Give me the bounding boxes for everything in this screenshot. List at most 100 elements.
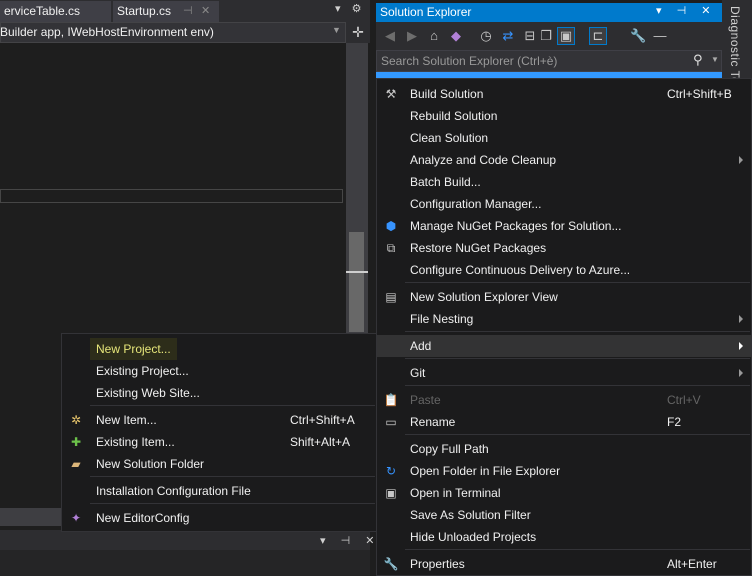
menu-item-configuration-manager[interactable]: Configuration Manager...: [377, 193, 751, 215]
chevron-down-icon[interactable]: ▼: [332, 25, 341, 35]
menu-separator: [90, 405, 375, 406]
submenu-item-new-editorconfig[interactable]: ✦ New EditorConfig: [62, 507, 376, 529]
menu-separator: [405, 331, 750, 332]
menu-separator: [405, 358, 750, 359]
menu-item-label: Manage NuGet Packages for Solution...: [410, 219, 622, 233]
menu-item-label: New Item...: [96, 413, 157, 427]
menu-item-label: Restore NuGet Packages: [410, 241, 547, 255]
tab-controls[interactable]: ▾ ⚙: [335, 2, 365, 15]
menu-item-label: Installation Configuration File: [96, 484, 251, 498]
menu-item-shortcut: F2: [667, 415, 682, 429]
menu-item-file-nesting[interactable]: File Nesting: [377, 308, 751, 330]
menu-separator: [405, 385, 750, 386]
menu-item-label: Existing Item...: [96, 435, 175, 449]
solution-explorer-window-controls[interactable]: ▾ ⊣ ✕: [656, 4, 716, 17]
menu-item-analyze[interactable]: Analyze and Code Cleanup: [377, 149, 751, 171]
split-editor-button[interactable]: ✛: [346, 22, 370, 43]
scrollbar-thumb[interactable]: [349, 232, 364, 332]
menu-item-open-folder[interactable]: ↻ Open Folder in File Explorer: [377, 460, 751, 482]
submenu-item-new-solution-folder[interactable]: ▰ New Solution Folder: [62, 453, 376, 475]
menu-item-manage-nuget[interactable]: ⬢ Manage NuGet Packages for Solution...: [377, 215, 751, 237]
menu-item-label: Analyze and Code Cleanup: [410, 153, 557, 167]
rename-icon: ▭: [385, 415, 397, 429]
menu-item-label: Existing Web Site...: [96, 386, 200, 400]
submenu-item-existing-project[interactable]: Existing Project...: [62, 360, 376, 382]
solution-explorer-title: Solution Explorer: [380, 5, 472, 19]
preview-icon[interactable]: ⊏: [589, 27, 607, 45]
menu-item-copy-full-path[interactable]: Copy Full Path: [377, 438, 751, 460]
restore-icon: ⧉: [386, 241, 396, 255]
menu-item-clean-solution[interactable]: Clean Solution: [377, 127, 751, 149]
build-icon: ⚒: [385, 87, 397, 101]
bottom-panel-title-bar: [0, 530, 370, 550]
menu-item-label: New Solution Explorer View: [410, 290, 558, 304]
home-icon[interactable]: ⌂: [426, 28, 442, 44]
submenu-arrow-icon: [739, 156, 743, 164]
submenu-item-installation-config[interactable]: Installation Configuration File: [62, 480, 376, 502]
menu-item-shortcut: Alt+Enter: [667, 557, 717, 571]
bottom-panel-controls[interactable]: ▾ ⊣ ✕: [320, 534, 380, 547]
sync-icon[interactable]: ⇄: [500, 28, 516, 44]
nuget-icon: ⬢: [385, 219, 397, 233]
menu-item-rename[interactable]: ▭ Rename F2: [377, 411, 751, 433]
collapse-icon[interactable]: ⊟: [522, 28, 538, 44]
tab-servicetable[interactable]: erviceTable.cs: [0, 1, 111, 22]
properties-icon[interactable]: 🔧: [630, 28, 646, 44]
forward-icon[interactable]: ▶: [404, 28, 420, 44]
bottom-panel: [0, 550, 370, 576]
menu-item-label: Copy Full Path: [410, 442, 489, 456]
menu-item-label: Save As Solution Filter: [410, 508, 531, 522]
submenu-arrow-icon: [739, 369, 743, 377]
chevron-down-icon[interactable]: ▼: [711, 55, 719, 64]
pin-icon[interactable]: ⊣: [183, 1, 193, 22]
submenu-item-existing-item[interactable]: ✚ Existing Item... Shift+Alt+A: [62, 431, 376, 453]
menu-item-label: Configuration Manager...: [410, 197, 542, 211]
menu-item-label: Open Folder in File Explorer: [410, 464, 561, 478]
menu-item-hide-unloaded[interactable]: Hide Unloaded Projects: [377, 526, 751, 548]
tab-startup[interactable]: Startup.cs ⊣ ✕: [113, 1, 219, 22]
menu-item-configure-cd[interactable]: Configure Continuous Delivery to Azure..…: [377, 259, 751, 281]
menu-separator: [405, 549, 750, 550]
menu-item-label: File Nesting: [410, 312, 474, 326]
search-icon[interactable]: ⚲: [693, 52, 703, 68]
menu-item-open-terminal[interactable]: ▣ Open in Terminal: [377, 482, 751, 504]
menu-item-label: Paste: [410, 393, 441, 407]
folder-icon: ▰: [71, 457, 81, 471]
menu-item-rebuild-solution[interactable]: Rebuild Solution: [377, 105, 751, 127]
menu-item-label: Git: [410, 366, 426, 380]
show-files-icon[interactable]: ❐: [538, 28, 554, 44]
menu-item-batch-build[interactable]: Batch Build...: [377, 171, 751, 193]
open-folder-icon: ↻: [385, 464, 397, 478]
menu-item-new-se-view[interactable]: ▤ New Solution Explorer View: [377, 286, 751, 308]
menu-item-shortcut: Ctrl+Shift+B: [667, 87, 732, 101]
submenu-item-new-item[interactable]: ✲ New Item... Ctrl+Shift+A: [62, 409, 376, 431]
menu-item-label: Rename: [410, 415, 456, 429]
scrollbar-position-marker: [346, 271, 368, 273]
vs-icon[interactable]: ◆: [448, 28, 464, 44]
menu-separator: [90, 503, 375, 504]
dash-icon[interactable]: —: [652, 28, 668, 44]
new-item-icon: ✲: [70, 413, 82, 427]
menu-item-label: New EditorConfig: [96, 511, 190, 525]
menu-item-label: Clean Solution: [410, 131, 489, 145]
menu-item-save-filter[interactable]: Save As Solution Filter: [377, 504, 751, 526]
menu-item-label: New Project...: [90, 338, 177, 360]
tab-label: erviceTable.cs: [4, 4, 81, 18]
close-icon[interactable]: ✕: [201, 1, 210, 22]
menu-item-git[interactable]: Git: [377, 362, 751, 384]
new-view-icon: ▤: [385, 290, 397, 304]
menu-item-add[interactable]: Add: [377, 335, 751, 357]
menu-item-properties[interactable]: 🔧 Properties Alt+Enter: [377, 553, 751, 575]
menu-item-label: Rebuild Solution: [410, 109, 498, 123]
menu-item-label: Add: [410, 339, 432, 353]
wrench-icon: 🔧: [383, 557, 399, 571]
back-icon[interactable]: ◀: [382, 28, 398, 44]
submenu-item-existing-website[interactable]: Existing Web Site...: [62, 382, 376, 404]
submenu-item-new-project[interactable]: New Project...: [62, 338, 376, 360]
menu-item-paste: 📋 Paste Ctrl+V: [377, 389, 751, 411]
submenu-arrow-icon: [739, 342, 743, 350]
active-doc-icon[interactable]: ▣: [557, 27, 575, 45]
menu-item-restore-nuget[interactable]: ⧉ Restore NuGet Packages: [377, 237, 751, 259]
menu-item-build-solution[interactable]: ⚒ Build Solution Ctrl+Shift+B: [377, 83, 751, 105]
history-icon[interactable]: ◷: [478, 28, 494, 44]
